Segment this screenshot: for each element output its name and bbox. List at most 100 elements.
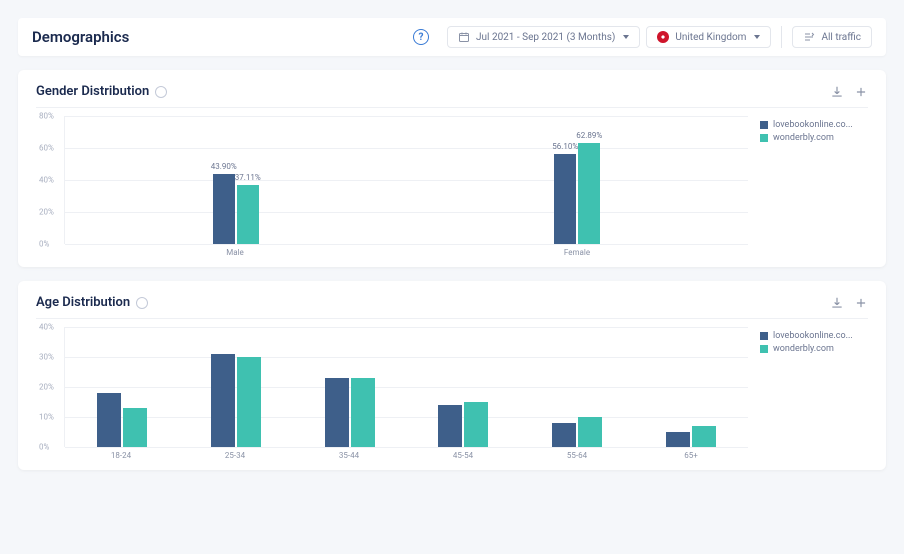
category-group [293,327,407,447]
bar[interactable] [325,378,349,447]
page-title: Demographics [32,28,129,46]
legend-label: lovebookonline.co... [773,120,853,130]
legend-item: wonderbly.com [760,344,868,354]
x-tick-label: 18-24 [64,451,178,460]
traffic-filter[interactable]: All traffic [792,26,872,48]
chart-grid: 40%30%20%10%0% [64,327,748,447]
gender-panel: Gender Distribution 80%60%40%20%0%43.90%… [18,70,886,267]
y-tick-label: 20% [39,208,54,217]
bars-row: 43.90%37.11%56.10%62.89% [65,116,748,244]
expand-icon[interactable] [854,85,868,99]
info-icon[interactable] [155,86,167,98]
legend-label: wonderbly.com [773,133,834,143]
legend-swatch [760,345,768,353]
bar[interactable]: 37.11% [237,185,259,244]
category-group: 56.10%62.89% [407,116,749,244]
panel-title: Gender Distribution [36,84,149,99]
download-icon[interactable] [830,85,844,99]
x-tick-label: 35-44 [292,451,406,460]
x-tick-label: 25-34 [178,451,292,460]
legend-item: lovebookonline.co... [760,331,868,341]
bar-value-label: 56.10% [552,142,578,151]
x-tick-label: Male [64,248,406,257]
x-axis-labels: 18-2425-3435-4445-5455-6465+ [64,451,748,460]
bar[interactable] [123,408,147,447]
panel-actions [830,85,868,99]
topbar: Demographics ? Jul 2021 - Sep 2021 (3 Mo… [18,18,886,56]
flag-uk-icon [657,31,669,43]
y-tick-label: 80% [39,112,54,121]
y-tick-label: 30% [39,353,54,362]
help-icon[interactable]: ? [413,29,429,45]
bar[interactable] [552,423,576,447]
bar-value-label: 43.90% [211,162,237,171]
region-filter[interactable]: United Kingdom [646,26,771,48]
legend: lovebookonline.co... wonderbly.com [748,116,868,257]
bar[interactable] [351,378,375,447]
download-icon[interactable] [830,296,844,310]
x-axis-labels: MaleFemale [64,248,748,257]
y-tick-label: 0% [39,443,49,452]
x-tick-label: Female [406,248,748,257]
x-tick-label: 65+ [634,451,748,460]
panel-title: Age Distribution [36,295,130,310]
gender-chart: 80%60%40%20%0%43.90%37.11%56.10%62.89% M… [36,107,868,257]
chevron-down-icon [623,35,629,39]
panel-actions [830,296,868,310]
panel-header: Gender Distribution [36,84,868,99]
chart-area: 40%30%20%10%0% 18-2425-3435-4445-5455-64… [36,327,748,460]
filter-group: Jul 2021 - Sep 2021 (3 Months) United Ki… [447,26,872,48]
x-tick-label: 45-54 [406,451,520,460]
y-tick-label: 10% [39,413,54,422]
gridline [65,244,748,245]
bar[interactable]: 62.89% [578,143,600,244]
y-tick-label: 40% [39,323,54,332]
panel-header: Age Distribution [36,295,868,310]
legend-item: lovebookonline.co... [760,120,868,130]
legend-label: lovebookonline.co... [773,331,853,341]
bar-value-label: 37.11% [235,173,261,182]
category-group [65,327,179,447]
gridline [65,447,748,448]
legend-swatch [760,121,768,129]
bar[interactable] [464,402,488,447]
legend-label: wonderbly.com [773,344,834,354]
date-range-label: Jul 2021 - Sep 2021 (3 Months) [476,32,615,43]
bar[interactable] [237,357,261,447]
x-tick-label: 55-64 [520,451,634,460]
category-group [179,327,293,447]
chart-grid: 80%60%40%20%0%43.90%37.11%56.10%62.89% [64,116,748,244]
legend: lovebookonline.co... wonderbly.com [748,327,868,460]
age-chart: 40%30%20%10%0% 18-2425-3435-4445-5455-64… [36,318,868,460]
bar[interactable] [97,393,121,447]
legend-item: wonderbly.com [760,133,868,143]
expand-icon[interactable] [854,296,868,310]
category-group [634,327,748,447]
category-group [520,327,634,447]
y-tick-label: 20% [39,383,54,392]
chevron-down-icon [754,35,760,39]
category-group [406,327,520,447]
chart-area: 80%60%40%20%0%43.90%37.11%56.10%62.89% M… [36,116,748,257]
info-icon[interactable] [136,297,148,309]
date-range-filter[interactable]: Jul 2021 - Sep 2021 (3 Months) [447,26,640,48]
bar[interactable] [578,417,602,447]
traffic-label: All traffic [821,32,861,43]
bar[interactable]: 56.10% [554,154,576,244]
bar[interactable]: 43.90% [213,174,235,244]
bar[interactable] [692,426,716,447]
bar-value-label: 62.89% [576,131,602,140]
bar[interactable] [666,432,690,447]
region-label: United Kingdom [675,32,746,43]
bars-row [65,327,748,447]
y-tick-label: 0% [39,240,49,249]
legend-swatch [760,134,768,142]
filter-separator [781,26,782,48]
traffic-icon [803,31,815,43]
calendar-icon [458,31,470,43]
y-tick-label: 60% [39,144,54,153]
bar[interactable] [211,354,235,447]
age-panel: Age Distribution 40%30%20%10%0% 18-2425-… [18,281,886,470]
category-group: 43.90%37.11% [65,116,407,244]
bar[interactable] [438,405,462,447]
